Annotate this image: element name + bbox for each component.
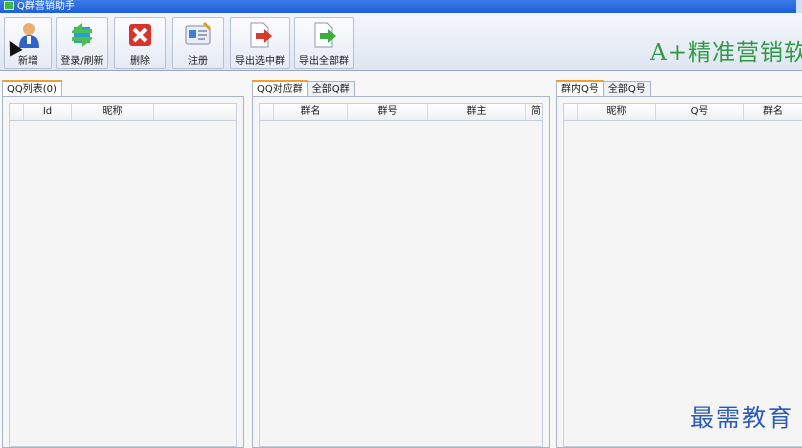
delete-icon xyxy=(129,24,151,46)
qq-list-col-extra[interactable] xyxy=(154,104,236,120)
login-refresh-button-label: 登录/刷新 xyxy=(60,56,104,67)
export-all-icon xyxy=(314,22,336,48)
groups-col-brief[interactable]: 简 xyxy=(526,104,542,120)
login-refresh-button[interactable]: 登录/刷新 xyxy=(56,17,108,69)
qq-list-col-nickname[interactable]: 昵称 xyxy=(72,104,154,120)
qq-list-tabs: QQ列表(0) xyxy=(2,80,62,97)
delete-button-label: 删除 xyxy=(130,56,150,67)
members-grid[interactable]: 昵称 Q号 群名 xyxy=(563,103,802,447)
members-col-select[interactable] xyxy=(564,104,578,120)
refresh-icon xyxy=(72,23,92,47)
qq-list-panel: QQ列表(0) Id 昵称 xyxy=(2,80,244,448)
qq-list-frame: Id 昵称 xyxy=(2,96,244,448)
export-selected-icon xyxy=(250,22,272,48)
members-col-nickname[interactable]: 昵称 xyxy=(578,104,656,120)
groups-grid[interactable]: 群名 群号 群主 简 xyxy=(259,103,543,447)
groups-header: 群名 群号 群主 简 xyxy=(260,104,542,121)
qq-list-col-select[interactable] xyxy=(10,104,24,120)
groups-col-select[interactable] xyxy=(260,104,274,120)
tab-qq-list[interactable]: QQ列表(0) xyxy=(2,80,62,97)
tab-qq-groups[interactable]: QQ对应群 xyxy=(252,80,308,97)
register-button[interactable]: 注册 xyxy=(172,17,224,69)
members-col-group-name[interactable]: 群名 xyxy=(744,104,802,120)
window-title: Q群营销助手 xyxy=(17,1,75,12)
title-bar: Q群营销助手 xyxy=(0,0,802,13)
export-selected-button-label: 导出选中群 xyxy=(235,56,285,67)
register-card-icon xyxy=(185,21,212,45)
toolbar: 新增 登录/刷新 删除 注册 导出选中群 导出全部群 A+精准营销软件 xyxy=(0,13,802,71)
members-tabs: 群内Q号 全部Q号 xyxy=(556,80,651,97)
qq-list-grid[interactable]: Id 昵称 xyxy=(9,103,237,447)
close-button-edge[interactable] xyxy=(796,0,802,13)
watermark-text: 最需教育 xyxy=(690,404,794,432)
groups-tabs: QQ对应群 全部Q群 xyxy=(252,80,355,97)
tab-all-groups[interactable]: 全部Q群 xyxy=(306,81,355,97)
groups-frame: 群名 群号 群主 简 xyxy=(252,96,550,448)
register-button-label: 注册 xyxy=(188,56,208,67)
tab-all-members[interactable]: 全部Q号 xyxy=(602,81,651,97)
tab-group-members[interactable]: 群内Q号 xyxy=(556,80,604,97)
app-icon xyxy=(4,1,14,10)
groups-col-name[interactable]: 群名 xyxy=(274,104,348,120)
groups-col-number[interactable]: 群号 xyxy=(348,104,428,120)
members-frame: 昵称 Q号 群名 xyxy=(556,96,802,448)
export-all-button-label: 导出全部群 xyxy=(299,56,349,67)
qq-list-col-id[interactable]: Id xyxy=(24,104,72,120)
members-header: 昵称 Q号 群名 xyxy=(564,104,802,121)
groups-col-owner[interactable]: 群主 xyxy=(428,104,526,120)
qq-list-header: Id 昵称 xyxy=(10,104,236,121)
groups-panel: QQ对应群 全部Q群 群名 群号 群主 简 xyxy=(252,80,550,448)
members-panel: 群内Q号 全部Q号 昵称 Q号 群名 xyxy=(556,80,802,448)
delete-button[interactable]: 删除 xyxy=(114,17,166,69)
export-selected-button[interactable]: 导出选中群 xyxy=(230,17,290,69)
members-col-qq-number[interactable]: Q号 xyxy=(656,104,744,120)
export-all-button[interactable]: 导出全部群 xyxy=(294,17,354,69)
brand-text: A+精准营销软件 xyxy=(650,40,802,66)
